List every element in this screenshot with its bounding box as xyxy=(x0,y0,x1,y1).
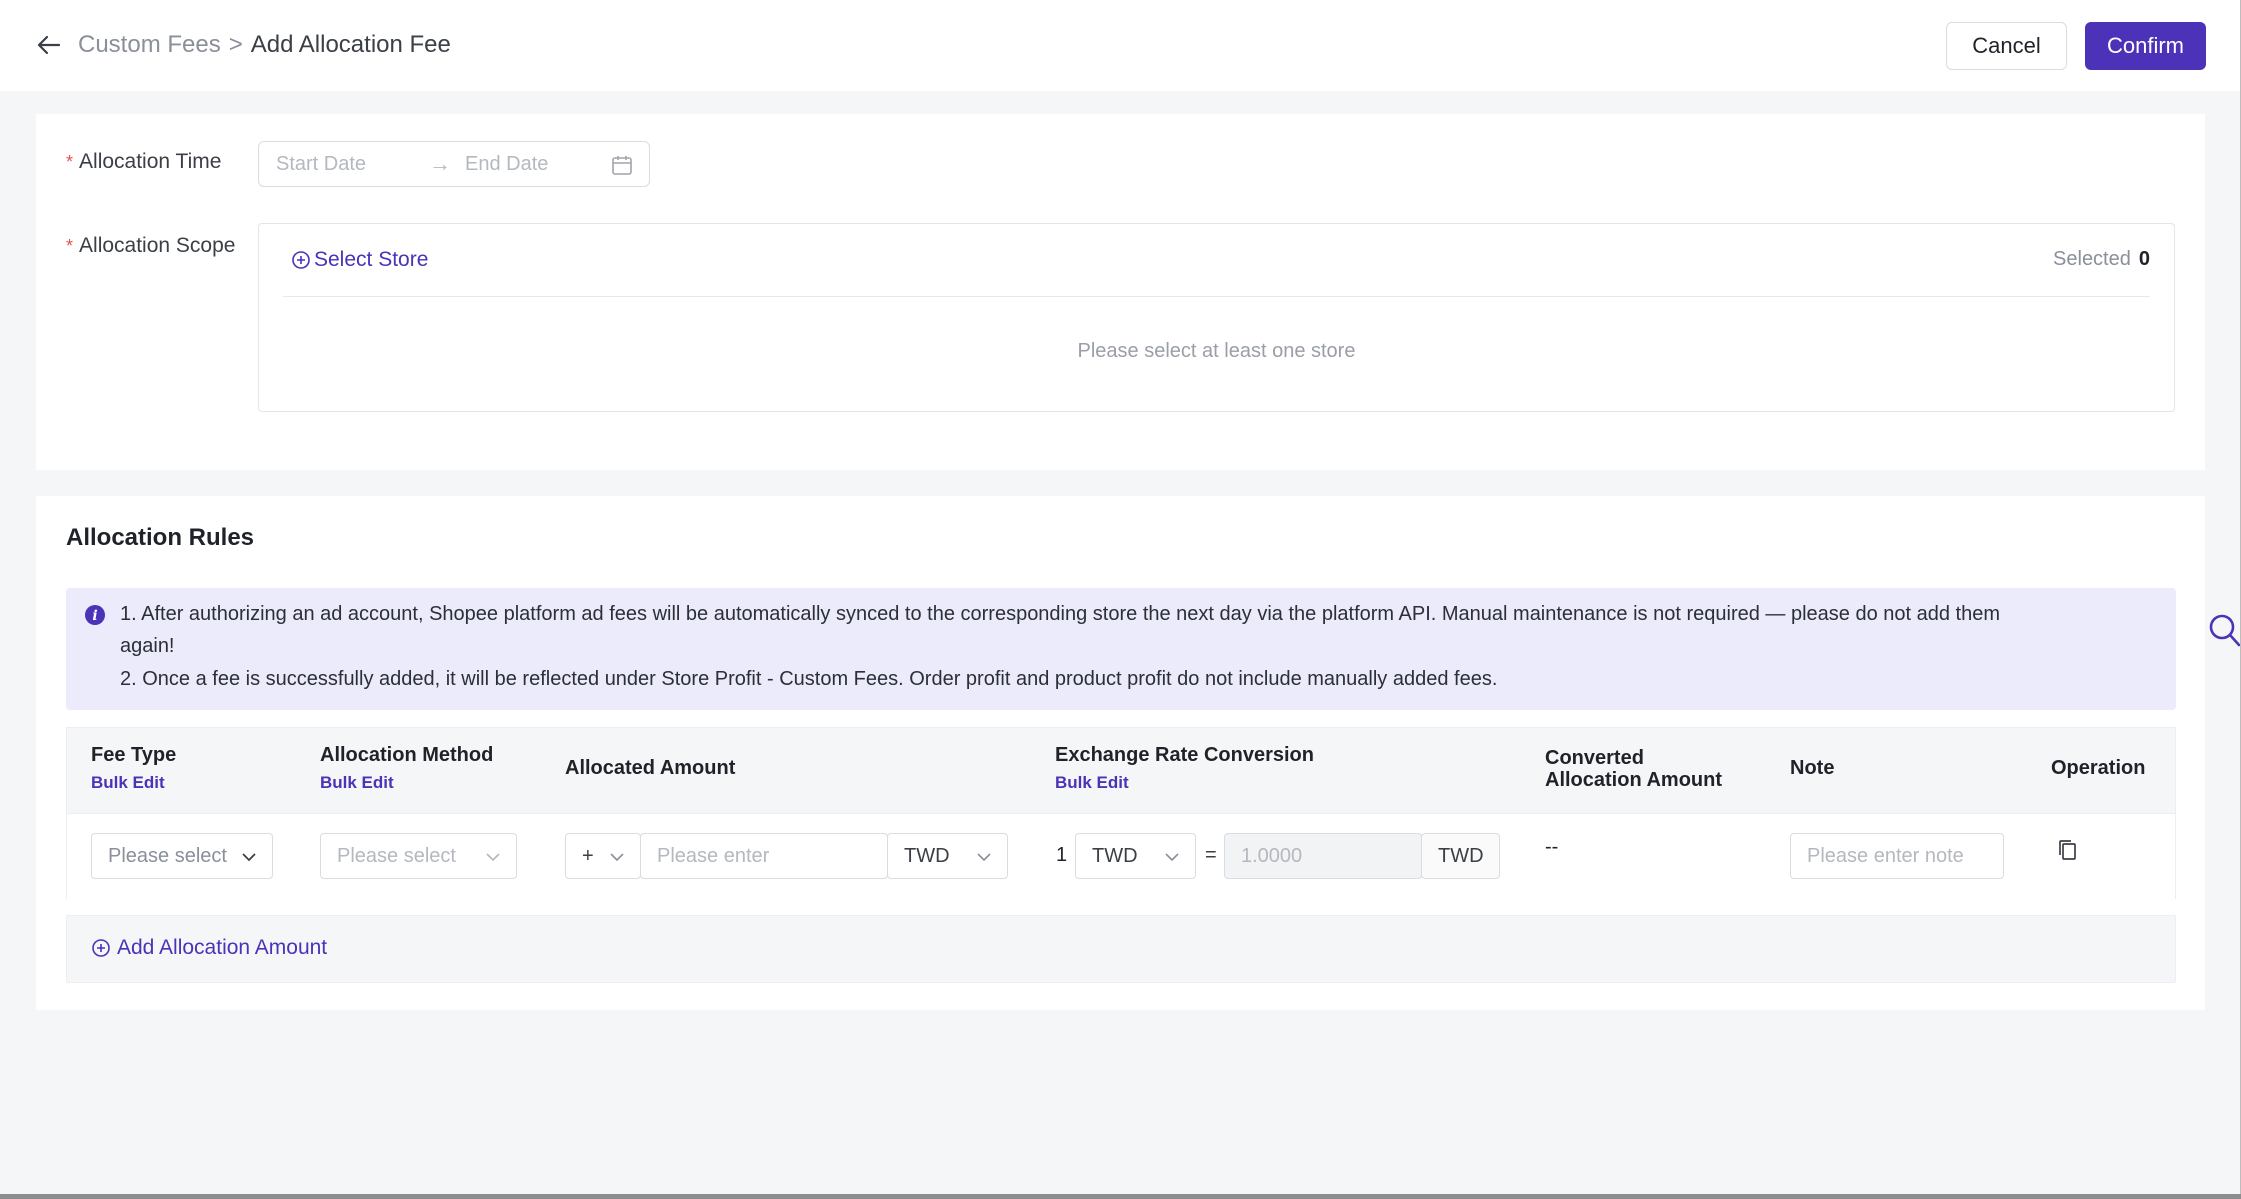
fee-type-select[interactable]: Please select xyxy=(91,833,273,879)
scope-empty-message: Please select at least one store xyxy=(1077,340,1356,362)
chevron-down-icon xyxy=(484,848,502,872)
selected-count-value: 0 xyxy=(2138,248,2150,270)
add-allocation-amount-row: Add Allocation Amount xyxy=(66,915,2176,983)
col-fee-type: Fee Type xyxy=(91,744,177,766)
chevron-down-icon xyxy=(975,848,993,872)
rate-bulk-edit-link[interactable]: Bulk Edit xyxy=(1055,773,1129,793)
add-allocation-amount-label: Add Allocation Amount xyxy=(117,936,328,959)
chevron-down-icon xyxy=(240,848,258,872)
notice-line-2: 2. Once a fee is successfully added, it … xyxy=(120,668,1498,690)
table-row: Please select Please select + Please ent… xyxy=(67,813,2175,899)
breadcrumb: Custom Fees > Add Allocation Fee xyxy=(78,29,451,61)
allocation-rules-table: Fee Type Bulk Edit Allocation Method Bul… xyxy=(66,727,2176,899)
info-icon: i xyxy=(84,604,106,631)
col-operation: Operation xyxy=(2051,757,2146,779)
col-exchange-rate: Exchange Rate Conversion xyxy=(1055,744,1314,766)
back-arrow-icon[interactable] xyxy=(34,30,64,60)
plus-circle-icon xyxy=(92,939,110,957)
converted-amount-value: -- xyxy=(1545,836,1559,858)
select-store-label: Select Store xyxy=(314,248,429,271)
required-mark: * xyxy=(66,236,74,256)
svg-text:i: i xyxy=(92,608,97,624)
note-input[interactable]: Please enter note xyxy=(1790,833,2004,879)
confirm-button[interactable]: Confirm xyxy=(2085,22,2206,70)
plus-circle-icon xyxy=(292,251,310,269)
page-header: Custom Fees > Add Allocation Fee Cancel … xyxy=(0,0,2241,91)
table-header: Fee Type Bulk Edit Allocation Method Bul… xyxy=(67,728,2175,813)
notice-box: i 1. After authorizing an ad account, Sh… xyxy=(66,588,2176,710)
allocation-rules-title: Allocation Rules xyxy=(66,524,255,551)
chevron-down-icon xyxy=(1163,848,1181,872)
notice-line-1: 1. After authorizing an ad account, Shop… xyxy=(120,603,2000,625)
col-allocated-amount: Allocated Amount xyxy=(565,757,736,779)
col-allocation-method: Allocation Method xyxy=(320,744,494,766)
start-date-input[interactable]: Start Date xyxy=(276,153,366,176)
amount-sign-select[interactable]: + xyxy=(565,833,641,879)
required-mark: * xyxy=(66,152,74,172)
page-title: Add Allocation Fee xyxy=(250,31,451,58)
rate-value-input: 1.0000 xyxy=(1224,833,1422,879)
allocation-time-label: * Allocation Time xyxy=(66,150,222,173)
col-converted-amount: Converted Allocation Amount xyxy=(1545,747,1723,791)
allocation-method-select[interactable]: Please select xyxy=(320,833,517,879)
allocated-amount-input[interactable]: Please enter xyxy=(640,833,888,879)
equals-sign: = xyxy=(1205,844,1217,866)
col-note: Note xyxy=(1790,757,1835,779)
calendar-icon[interactable] xyxy=(611,154,633,182)
method-bulk-edit-link[interactable]: Bulk Edit xyxy=(320,773,394,793)
divider xyxy=(283,296,2150,297)
allocation-rules-card: Allocation Rules i 1. After authorizing … xyxy=(36,496,2205,1010)
end-date-input[interactable]: End Date xyxy=(465,153,548,176)
rate-from-currency-select[interactable]: TWD xyxy=(1075,833,1196,879)
rate-to-currency: TWD xyxy=(1421,833,1500,879)
chevron-down-icon xyxy=(608,848,626,872)
bottom-bar xyxy=(0,1194,2241,1199)
allocation-scope-label: * Allocation Scope xyxy=(66,234,236,257)
amount-currency-select[interactable]: TWD xyxy=(887,833,1008,879)
range-arrow-icon: → xyxy=(429,151,451,176)
selected-count: Selected 0 xyxy=(2053,248,2150,270)
select-store-button[interactable]: Select Store xyxy=(291,248,428,272)
allocation-scope-box: Select Store Selected 0 Please select at … xyxy=(258,223,2175,412)
rate-base-value: 1 xyxy=(1056,844,1068,866)
fee-type-bulk-edit-link[interactable]: Bulk Edit xyxy=(91,773,165,793)
allocation-time-range-picker[interactable]: Start Date → End Date xyxy=(258,141,650,187)
copy-icon[interactable] xyxy=(2057,838,2079,867)
notice-line-1-cont: again! xyxy=(120,635,175,657)
cancel-button[interactable]: Cancel xyxy=(1946,22,2067,70)
add-allocation-amount-button[interactable]: Add Allocation Amount xyxy=(91,936,327,960)
search-icon[interactable] xyxy=(2208,613,2241,654)
breadcrumb-separator: > xyxy=(228,31,243,58)
breadcrumb-custom-fees[interactable]: Custom Fees xyxy=(78,29,221,61)
